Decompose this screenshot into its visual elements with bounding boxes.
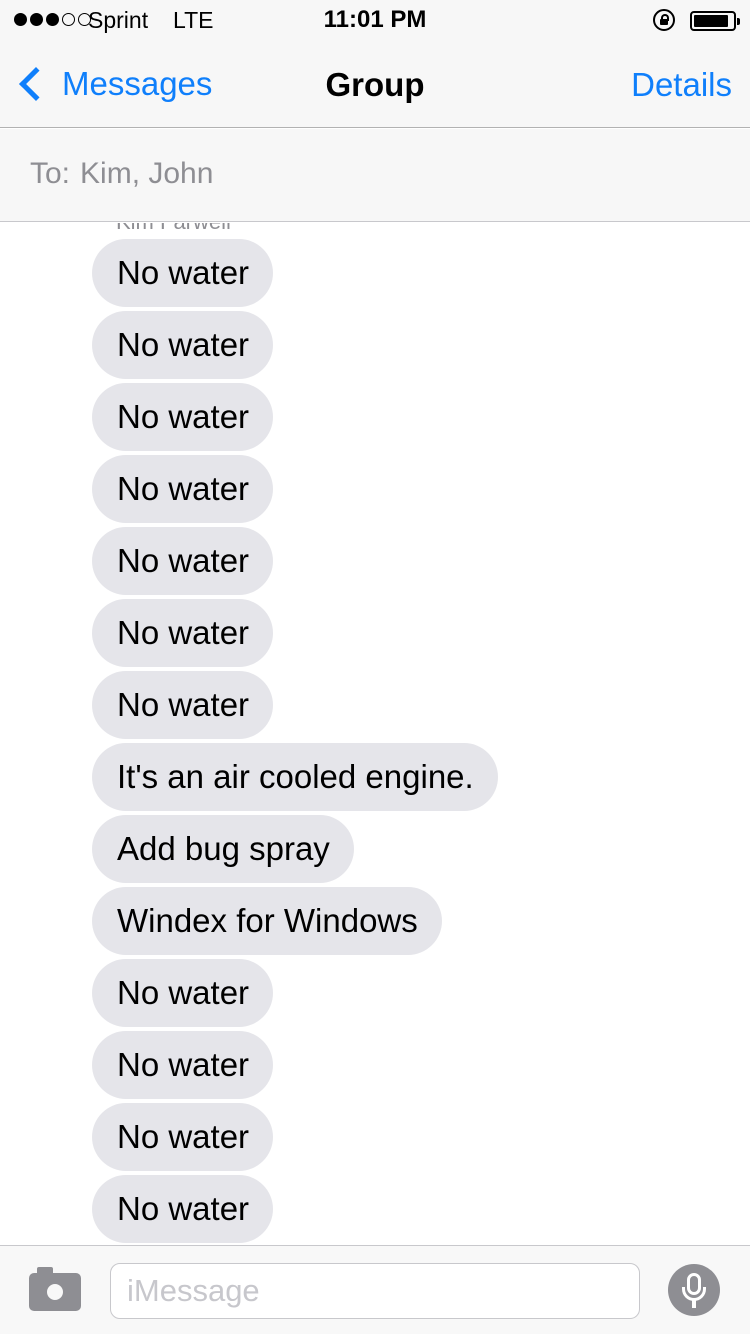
composer-bar <box>0 1245 750 1334</box>
incoming-message-bubble[interactable]: No water <box>92 239 274 307</box>
navigation-bar: Messages Group Details <box>0 40 750 128</box>
incoming-message-bubble[interactable]: Windex for Windows <box>92 887 442 955</box>
status-time: 11:01 PM <box>323 6 427 33</box>
mic-stand <box>682 1287 706 1301</box>
microphone-icon[interactable] <box>668 1264 720 1316</box>
details-button[interactable]: Details <box>631 66 732 104</box>
incoming-message-bubble[interactable]: No water <box>92 1175 274 1243</box>
incoming-message-bubble[interactable]: It's an air cooled engine. <box>92 743 498 811</box>
to-label: To: <box>30 157 71 190</box>
incoming-message-bubble[interactable]: No water <box>92 455 274 523</box>
camera-icon[interactable] <box>29 1267 81 1311</box>
message-input[interactable] <box>110 1263 640 1319</box>
chevron-left-icon <box>19 67 53 101</box>
incoming-message-bubble[interactable]: No water <box>92 671 274 739</box>
back-button-label: Messages <box>62 65 213 102</box>
back-button[interactable]: Messages <box>14 62 212 106</box>
incoming-message-bubble[interactable]: No water <box>92 599 274 667</box>
camera-lens <box>44 1281 66 1303</box>
sender-name: Kim Farwell <box>116 223 231 235</box>
status-bar: Sprint LTE 11:01 PM <box>0 0 750 40</box>
incoming-message-bubble[interactable]: No water <box>92 383 274 451</box>
orientation-lock-icon <box>653 9 675 31</box>
recipient-names: Kim, John <box>80 157 214 190</box>
message-list: No water No water No water No water No w… <box>92 239 498 1243</box>
incoming-message-bubble[interactable]: No water <box>92 527 274 595</box>
incoming-message-bubble[interactable]: No water <box>92 959 274 1027</box>
incoming-message-bubble[interactable]: No water <box>92 311 274 379</box>
incoming-message-bubble[interactable]: Add bug spray <box>92 815 354 883</box>
incoming-message-bubble[interactable]: No water <box>92 1031 274 1099</box>
incoming-message-bubble[interactable]: No water <box>92 1103 274 1171</box>
battery-icon <box>690 11 740 31</box>
message-thread[interactable]: Kim Farwell No water No water No water N… <box>0 223 750 1245</box>
mic-base <box>692 1300 696 1308</box>
recipients-field[interactable]: To: Kim, John <box>30 157 213 191</box>
recipients-bar: To: Kim, John <box>0 129 750 222</box>
